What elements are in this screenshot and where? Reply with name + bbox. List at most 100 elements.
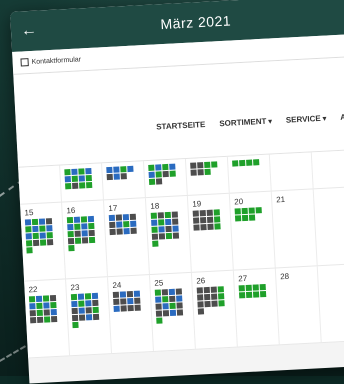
- booking-slot: [158, 226, 165, 233]
- day-number: 27: [238, 273, 248, 284]
- booking-slot: [162, 170, 169, 178]
- booking-slot: [252, 291, 260, 298]
- booking-slot: [165, 232, 173, 240]
- booking-slot: [43, 316, 51, 323]
- envelope-icon: [20, 58, 29, 67]
- booking-slot: [49, 294, 57, 302]
- nav-item-more[interactable]: A: [340, 113, 344, 122]
- booking-slot: [218, 293, 225, 300]
- day-cell[interactable]: 17: [103, 198, 150, 277]
- contact-link[interactable]: Kontaktformular: [31, 56, 81, 66]
- day-cell[interactable]: 20: [229, 191, 276, 270]
- booking-slot: [46, 232, 53, 239]
- booking-slot: [67, 230, 74, 238]
- booking-slot: [245, 291, 253, 299]
- day-cell[interactable]: [269, 152, 314, 191]
- booking-slot: [50, 308, 57, 316]
- booking-slot: [211, 300, 218, 307]
- booking-slot: [176, 295, 183, 302]
- booking-slot: [161, 289, 169, 296]
- booking-slot: [162, 163, 169, 171]
- booking-slot: [252, 284, 259, 291]
- day-number: 25: [154, 278, 164, 288]
- booking-slot: [156, 317, 163, 324]
- day-cell[interactable]: 21: [271, 189, 318, 268]
- day-cell[interactable]: 16: [62, 200, 108, 279]
- day-number: 22: [28, 284, 38, 295]
- day-cell[interactable]: 15: [20, 202, 67, 281]
- day-cell[interactable]: 19: [187, 193, 234, 272]
- day-cell[interactable]: 27: [233, 268, 280, 347]
- booking-slot: [123, 228, 130, 235]
- booking-slot: [150, 212, 158, 219]
- nav-item-startseite[interactable]: STARTSEITE: [156, 120, 206, 132]
- booking-slot: [43, 309, 50, 316]
- booking-slot: [172, 218, 179, 225]
- booking-slot: [113, 298, 120, 305]
- day-cell[interactable]: 23: [66, 277, 112, 356]
- booking-dots: [234, 207, 273, 222]
- booking-slot: [67, 237, 75, 245]
- booking-slot: [234, 215, 242, 222]
- day-cell[interactable]: [102, 161, 146, 200]
- booking-slot: [197, 169, 204, 176]
- day-cell[interactable]: [18, 165, 62, 204]
- day-cell[interactable]: [60, 163, 104, 202]
- booking-slot: [39, 225, 46, 232]
- booking-slot: [36, 309, 43, 317]
- booking-slot: [259, 290, 267, 298]
- day-cell[interactable]: 25: [149, 272, 196, 351]
- day-cell[interactable]: 18: [145, 195, 192, 275]
- booking-slot: [26, 247, 33, 254]
- booking-slot: [151, 226, 158, 233]
- day-cell[interactable]: [185, 156, 230, 195]
- booking-slot: [46, 239, 54, 246]
- booking-slot: [71, 168, 78, 175]
- day-cell[interactable]: 22: [24, 279, 71, 358]
- arrow-left-icon[interactable]: ←: [21, 21, 42, 40]
- booking-slot: [197, 301, 204, 308]
- booking-slot: [213, 216, 221, 223]
- booking-slot: [113, 173, 120, 180]
- booking-slot: [72, 321, 79, 329]
- day-number: 18: [150, 201, 160, 211]
- day-cell[interactable]: [227, 154, 272, 193]
- booking-slot: [200, 224, 207, 231]
- booking-slot: [154, 289, 162, 296]
- booking-slot: [81, 223, 88, 230]
- booking-slot: [148, 178, 156, 185]
- booking-slot: [92, 313, 100, 321]
- booking-slot: [148, 171, 155, 178]
- booking-slot: [197, 162, 204, 169]
- day-cell[interactable]: 28: [275, 266, 322, 345]
- booking-slot: [158, 233, 166, 240]
- booking-dots: [232, 159, 269, 167]
- booking-slot: [29, 310, 36, 317]
- booking-slot: [238, 285, 245, 292]
- booking-slot: [217, 286, 224, 293]
- nav-item-service[interactable]: SERVICE: [286, 114, 327, 125]
- booking-slot: [200, 217, 207, 224]
- booking-slot: [92, 306, 99, 314]
- day-cell[interactable]: 26: [191, 270, 238, 349]
- booking-slot: [42, 295, 50, 302]
- booking-dots: [150, 211, 190, 247]
- booking-slot: [120, 166, 127, 173]
- booking-slot: [85, 174, 92, 182]
- booking-slot: [214, 223, 221, 230]
- booking-slot: [164, 211, 171, 219]
- booking-slot: [39, 239, 47, 246]
- day-cell[interactable]: [143, 158, 188, 198]
- day-cell[interactable]: 24: [108, 275, 154, 354]
- booking-slot: [204, 161, 211, 169]
- booking-slot: [158, 219, 165, 226]
- booking-slot: [29, 303, 36, 310]
- calendar-grid: 15 16 17 18 19 20 21 22 23 24 25 26 27 2…: [18, 148, 344, 359]
- booking-slot: [197, 294, 204, 301]
- booking-slot: [43, 302, 50, 309]
- nav-item-sortiment[interactable]: SORTIMENT: [219, 116, 272, 128]
- booking-slot: [71, 300, 78, 308]
- booking-slot: [113, 305, 120, 312]
- day-number: 15: [24, 208, 34, 218]
- booking-slot: [169, 163, 176, 170]
